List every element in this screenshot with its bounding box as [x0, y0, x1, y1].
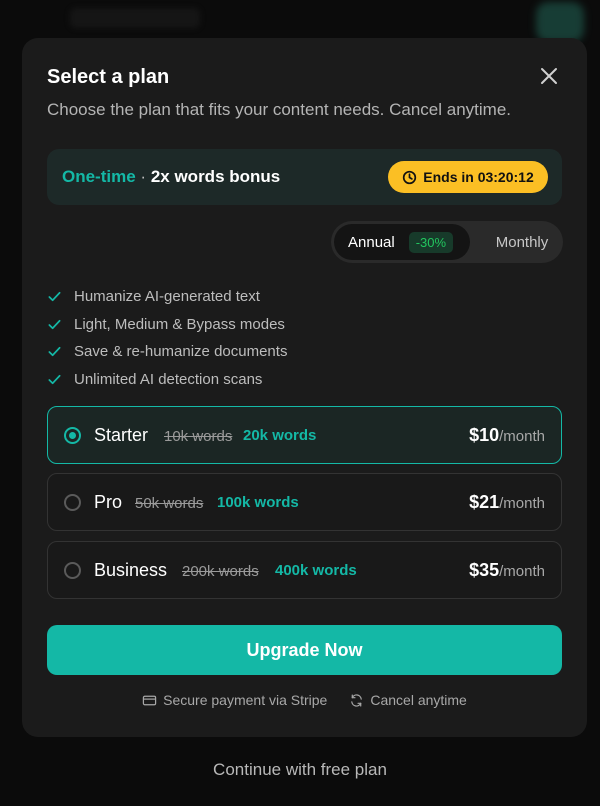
- feature-label: Humanize AI-generated text: [74, 288, 260, 306]
- plan-old-words: 200k words: [182, 563, 259, 580]
- plan-old-words: 50k words: [135, 495, 204, 512]
- plan-name: Starter: [94, 425, 149, 445]
- plan-old-words: 10k words: [164, 428, 233, 445]
- plan-name: Pro: [94, 492, 123, 512]
- modal-title: Select a plan: [47, 66, 170, 88]
- feature-item: Light, Medium & Bypass modes: [47, 311, 287, 339]
- radio-dot: [69, 432, 76, 439]
- price-period: /month: [499, 563, 545, 580]
- plan-new-words: 20k words: [243, 427, 317, 444]
- countdown-text: Ends in 03:20:12: [423, 169, 534, 185]
- plan-radio-selected[interactable]: [64, 427, 81, 444]
- plan-option-pro[interactable]: Pro 50k words 100k words $21/month: [47, 473, 562, 531]
- feature-item: Humanize AI-generated text: [47, 283, 287, 311]
- feature-item: Unlimited AI detection scans: [47, 366, 287, 394]
- secure-payment-text: Secure payment via Stripe: [163, 692, 328, 708]
- price-period: /month: [499, 495, 545, 512]
- price-amount: $21: [469, 492, 500, 512]
- close-button[interactable]: [537, 64, 561, 88]
- feature-item: Save & re-humanize documents: [47, 338, 287, 366]
- secure-payment-note: Secure payment via Stripe: [142, 692, 327, 708]
- plan-option-business[interactable]: Business 200k words 400k words $35/month: [47, 541, 562, 599]
- bonus-banner: One-time · 2x words bonus Ends in 03:20:…: [47, 149, 562, 205]
- price-period: /month: [499, 428, 545, 445]
- feature-label: Unlimited AI detection scans: [74, 370, 263, 388]
- plan-price: $21/month: [469, 492, 545, 513]
- feature-label: Save & re-humanize documents: [74, 343, 288, 361]
- billing-annual-option[interactable]: Annual -30%: [334, 224, 470, 260]
- plan-radio[interactable]: [64, 562, 81, 579]
- discount-badge: -30%: [408, 231, 454, 253]
- upgrade-now-button[interactable]: Upgrade Now: [47, 625, 562, 675]
- modal-subtitle: Choose the plan that fits your content n…: [47, 100, 511, 119]
- bonus-text: One-time · 2x words bonus: [62, 167, 280, 187]
- background-header-blurred: [70, 8, 200, 28]
- refresh-icon: [351, 693, 363, 707]
- countdown-badge: Ends in 03:20:12: [388, 161, 548, 193]
- clock-icon: [403, 170, 417, 184]
- billing-annual-label: Annual: [348, 233, 395, 251]
- plan-price: $35/month: [469, 560, 545, 581]
- billing-toggle: Annual -30% Monthly: [331, 221, 563, 263]
- check-icon: [48, 347, 61, 357]
- bonus-label: One-time: [62, 167, 136, 186]
- plan-option-starter[interactable]: Starter 10k words 20k words $10/month: [47, 406, 562, 464]
- plan-new-words: 400k words: [275, 562, 357, 579]
- plan-name: Business: [94, 560, 168, 580]
- plan-modal: Select a plan Choose the plan that fits …: [22, 38, 587, 737]
- feature-list: Humanize AI-generated text Light, Medium…: [47, 283, 287, 393]
- billing-monthly-option[interactable]: Monthly: [481, 221, 563, 263]
- continue-free-link[interactable]: Continue with free plan: [0, 760, 600, 780]
- bonus-separator: ·: [140, 167, 147, 186]
- plan-price: $10/month: [469, 425, 545, 446]
- plan-radio[interactable]: [64, 494, 81, 511]
- price-amount: $35: [469, 560, 500, 580]
- check-icon: [48, 374, 61, 384]
- cancel-anytime-note: Cancel anytime: [349, 692, 467, 708]
- plan-new-words: 100k words: [217, 494, 299, 511]
- background-avatar-blurred: [536, 2, 584, 42]
- payment-footnotes: Secure payment via Stripe Cancel anytime: [22, 692, 587, 708]
- feature-label: Light, Medium & Bypass modes: [74, 315, 285, 333]
- card-icon: [142, 695, 157, 705]
- close-icon: [541, 68, 557, 84]
- check-icon: [48, 292, 61, 302]
- price-amount: $10: [469, 425, 500, 445]
- cancel-anytime-text: Cancel anytime: [370, 692, 467, 708]
- bonus-description: 2x words bonus: [150, 167, 281, 186]
- check-icon: [48, 319, 61, 329]
